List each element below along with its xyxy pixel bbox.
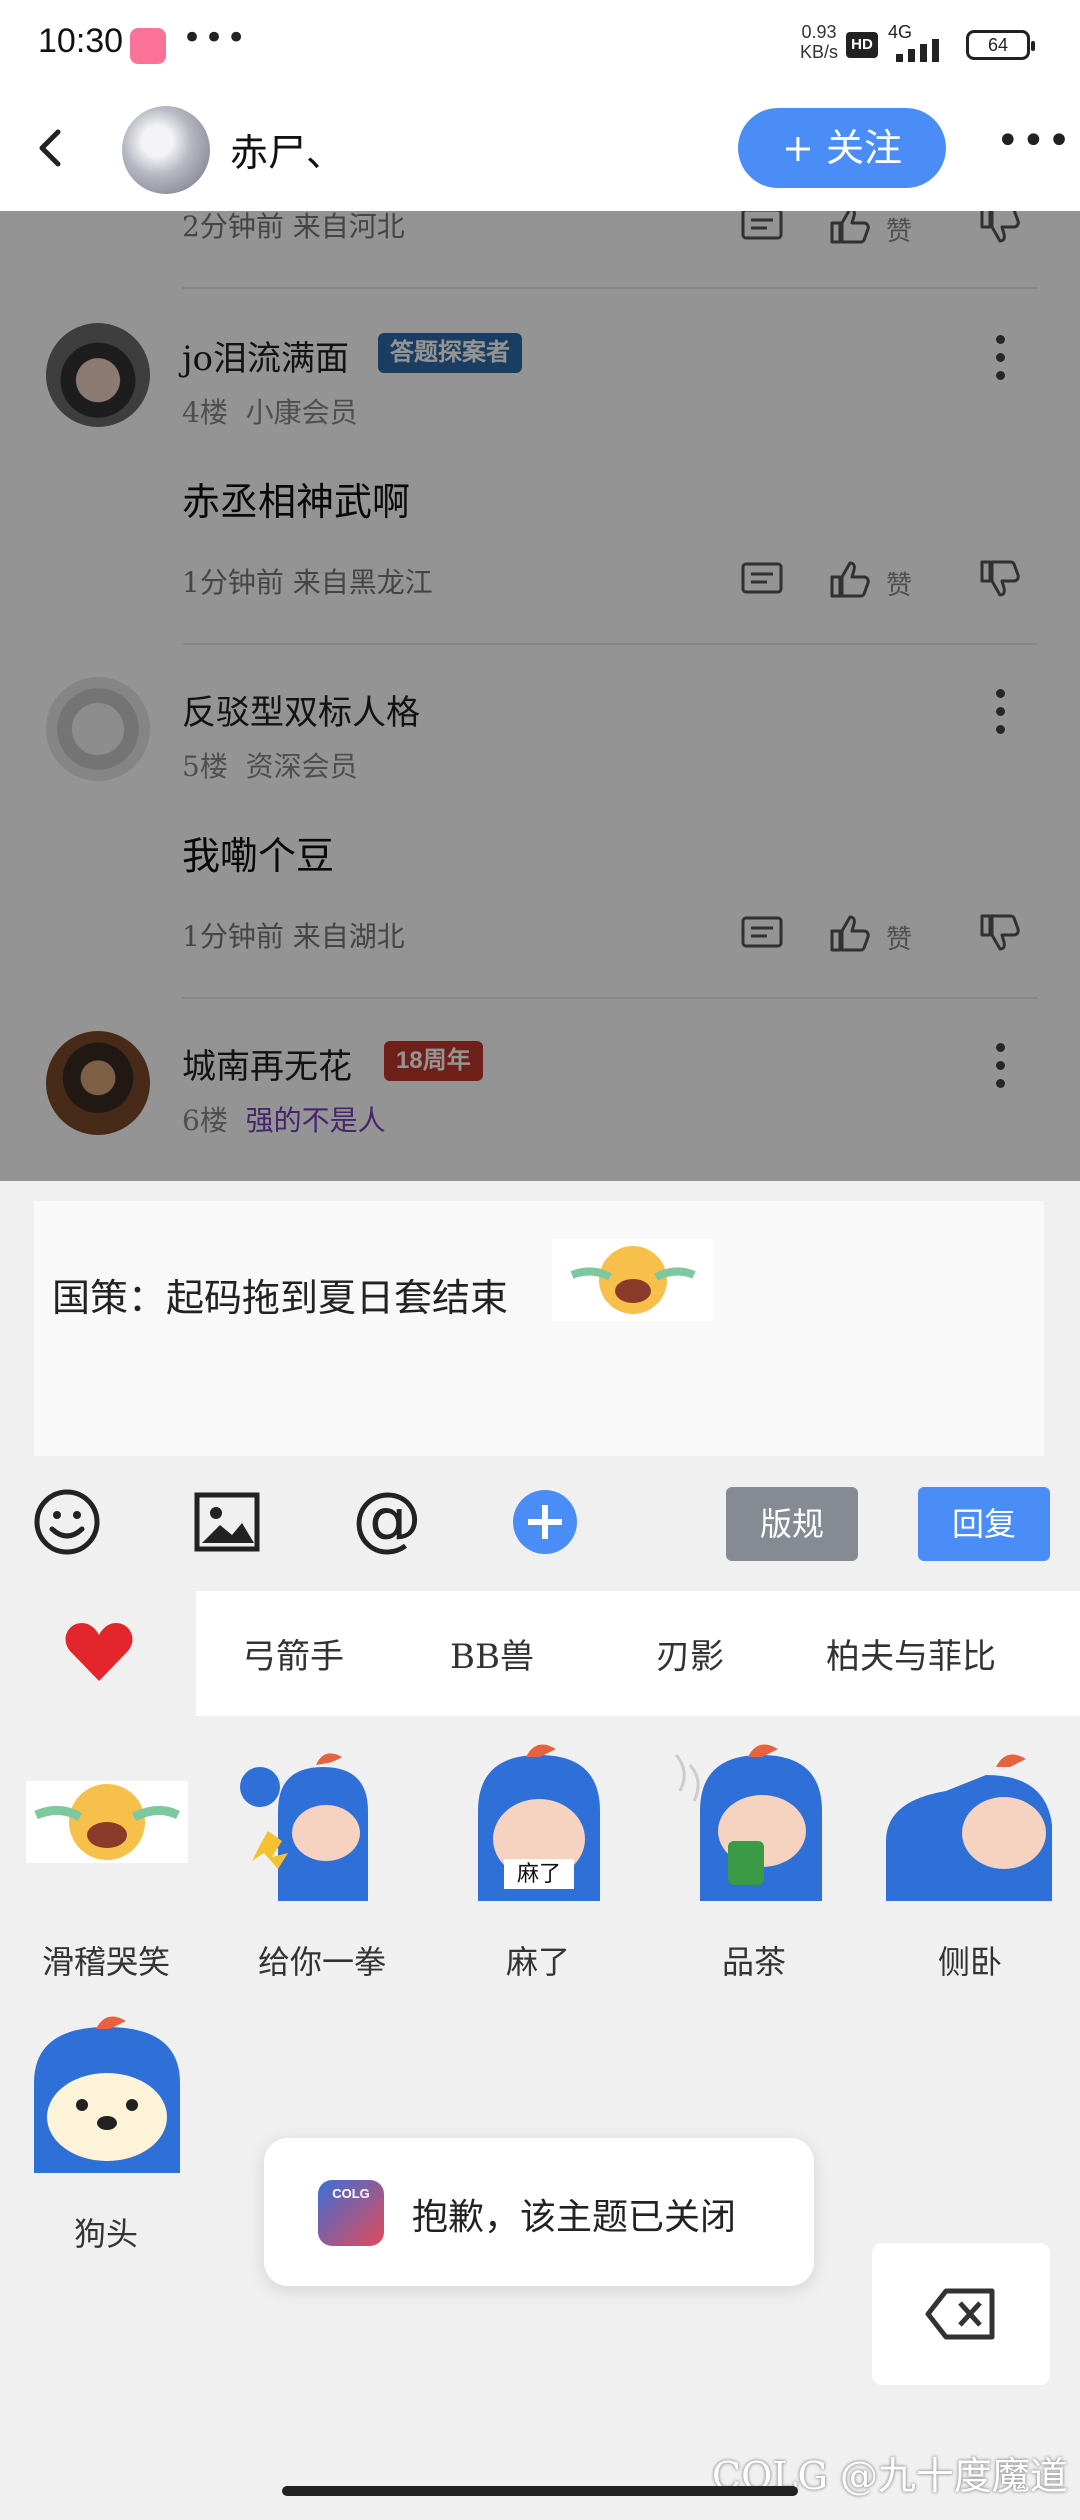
backspace-icon (925, 2288, 995, 2340)
sticker-label: 麻了 (505, 1943, 570, 1981)
tab-bb[interactable]: BB兽 (450, 1629, 534, 1678)
tab-archer[interactable]: 弓箭手 (242, 1629, 344, 1678)
lying-sticker-icon (886, 1754, 1052, 1901)
laughing-crying-emoji-icon (552, 1239, 714, 1321)
reply-input[interactable]: 国策：起码拖到夏日套结束 (34, 1201, 1044, 1456)
mention-icon[interactable]: @ (352, 1477, 422, 1559)
toast-notification: COLG 抱歉，该主题已关闭 (264, 2138, 814, 2286)
plus-circle-icon[interactable] (510, 1487, 580, 1557)
sticker-tabs: 弓箭手 BB兽 刃影 柏夫与菲比 (0, 1591, 1080, 1716)
sticker-grid: 滑稽哭笑 给你一拳 麻了 麻了 品茶 侧卧 狗头 (0, 1741, 1080, 2253)
laughing-crying-sticker-icon (26, 1781, 188, 1863)
sticker-tab-strip: 弓箭手 BB兽 刃影 柏夫与菲比 (196, 1591, 1080, 1716)
sticker-label: 狗头 (73, 2215, 138, 2253)
emoji-icon[interactable] (32, 1487, 102, 1557)
home-indicator[interactable] (282, 2486, 798, 2496)
bilibili-icon (130, 28, 166, 64)
delete-button[interactable] (872, 2243, 1050, 2385)
dog-head-sticker-icon (34, 2016, 180, 2173)
colg-logo-icon: COLG (318, 2180, 384, 2246)
image-icon[interactable] (192, 1487, 262, 1557)
tab-bofu[interactable]: 柏夫与菲比 (826, 1629, 996, 1678)
numb-caption: 麻了 (517, 1862, 561, 1887)
signal-icon (896, 39, 939, 62)
top-bar: 赤尸、 + 关注 ••• (0, 96, 1080, 211)
tab-favorites[interactable] (0, 1591, 196, 1716)
notification-more-icon: ••• (182, 18, 249, 58)
sticker-label: 给你一拳 (257, 1943, 386, 1981)
reply-panel: 国策：起码拖到夏日套结束 @ 版规 回复 弓箭手 BB兽 刃影 柏夫与菲比 滑稽… (0, 1181, 1080, 2520)
battery-icon: 64 (966, 30, 1035, 60)
sticker-label: 侧卧 (937, 1943, 1002, 1981)
tea-sticker-icon (674, 1744, 822, 1901)
punch-sticker-icon (240, 1753, 368, 1901)
rules-button[interactable]: 版规 (726, 1487, 858, 1561)
back-arrow-icon[interactable] (28, 118, 76, 178)
clock: 10:30 (38, 22, 124, 60)
author-name[interactable]: 赤尸、 (230, 122, 344, 177)
tab-blade[interactable]: 刃影 (656, 1629, 724, 1678)
follow-button[interactable]: + 关注 (738, 108, 946, 188)
status-bar: 10:30 ••• 0.93 KB/s HD 4G 64 (0, 0, 1080, 96)
sticker-label: 滑稽哭笑 (41, 1943, 170, 1981)
sticker-label: 品茶 (721, 1943, 786, 1981)
modal-overlay[interactable] (0, 211, 1080, 1181)
network-speed: 0.93 KB/s (800, 22, 838, 62)
speed-unit: KB/s (800, 42, 839, 62)
numb-sticker-icon: 麻了 (478, 1744, 600, 1901)
reply-submit-button[interactable]: 回复 (918, 1487, 1050, 1561)
hd-icon: HD (846, 32, 878, 58)
reply-input-text[interactable]: 国策：起码拖到夏日套结束 (52, 1267, 508, 1322)
speed-value: 0.93 (801, 22, 837, 42)
toast-message: 抱歉，该主题已关闭 (412, 2197, 737, 2238)
author-avatar[interactable] (122, 106, 210, 194)
heart-icon (65, 1623, 133, 1681)
more-options-icon[interactable]: ••• (996, 118, 1073, 164)
